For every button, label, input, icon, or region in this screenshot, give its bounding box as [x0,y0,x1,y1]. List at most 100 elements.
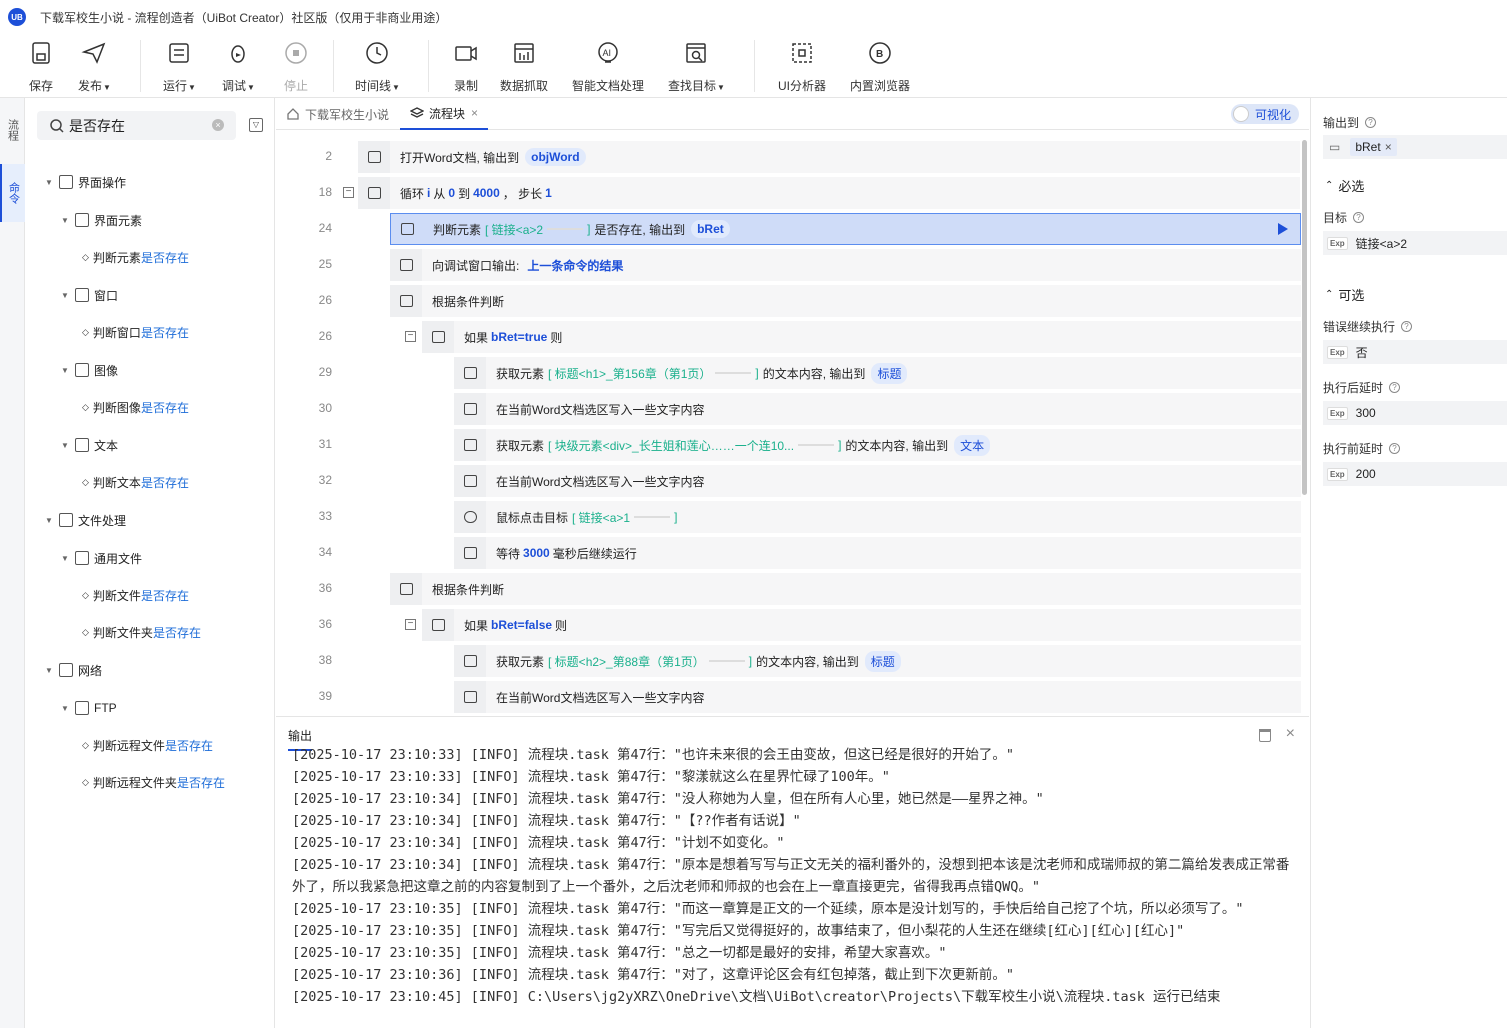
tree-command-item[interactable]: ◇ 判断文件夹 是否存在 [82,621,201,643]
code-row[interactable]: 36 根据条件判断 [276,571,1302,607]
category-icon [75,701,89,715]
target-field[interactable]: Exp 链接<a>2 [1323,231,1507,255]
log-line: [2025-10-17 23:10:35] [INFO] 流程块.task 第4… [292,945,947,961]
help-icon[interactable]: ? [1365,117,1377,128]
collapse-icon[interactable]: − [343,187,354,198]
debug-button[interactable]: 调试▼ [222,40,255,94]
exp-badge[interactable]: Exp [1327,467,1348,481]
clear-search-icon[interactable]: × [212,119,224,131]
collapse-icon[interactable]: − [405,331,416,342]
target-ref[interactable]: [ 块级元素<div>_长生姐和莲心……一个连10... [548,437,794,454]
visual-toggle[interactable]: 可视化 [1231,104,1299,124]
exp-badge[interactable]: Exp [1327,345,1348,359]
search-input[interactable] [69,117,199,134]
code-row[interactable]: 32 在当前Word文档选区写入一些文字内容 [276,463,1302,499]
timeline-button[interactable]: 时间线▼ [355,40,400,94]
command-name-match: 是否存在 [140,250,189,265]
tree-subgroup[interactable]: ▼ 图像 [61,359,118,381]
collapse-icon[interactable]: − [405,619,416,630]
help-icon[interactable]: ? [1353,212,1365,223]
code-row[interactable]: 34 等待 3000 毫秒后继续运行 [276,535,1302,571]
help-icon[interactable]: ? [1401,321,1413,332]
collapse-all-icon[interactable]: ▽ [249,118,263,132]
tree-command-item[interactable]: ◇ 判断文本 是否存在 [82,471,189,493]
help-icon[interactable]: ? [1389,443,1401,454]
code-row[interactable]: 31 获取元素 [ 块级元素<div>_长生姐和莲心……一个连10...] 的文… [276,427,1302,463]
tab-flow-block[interactable]: 流程块 × [400,98,489,130]
tab-commands[interactable]: 命令 [0,164,25,222]
tree-subgroup[interactable]: ▼ FTP [61,697,117,719]
stop-button[interactable]: 停止 [283,40,309,94]
expand-arrow-icon[interactable]: ▼ [61,441,73,450]
ui-analyzer-button[interactable]: UI分析器 [778,40,826,94]
delay-before-field[interactable]: Exp 200 [1323,462,1507,486]
tree-command-item[interactable]: ◇ 判断窗口 是否存在 [82,321,189,343]
tree-command-item[interactable]: ◇ 判断文件 是否存在 [82,584,189,606]
builtin-browser-button[interactable]: B 内置浏览器 [850,40,910,94]
tree-subgroup[interactable]: ▼ 文本 [61,434,118,456]
save-button[interactable]: 保存 [28,40,54,94]
command-name: 判断远程文件夹 [92,775,177,790]
expand-arrow-icon[interactable]: ▼ [61,291,73,300]
tree-subgroup[interactable]: ▼ 通用文件 [61,547,142,569]
tree-command-item[interactable]: ◇ 判断元素 是否存在 [82,246,189,268]
tree-command-item[interactable]: ◇ 判断远程文件 是否存在 [82,734,213,756]
tab-main-flow[interactable]: 下载军校生小说 [276,98,399,130]
code-row-selected[interactable]: 24 判断元素 [ 链接<a>2] 是否存在, 输出到 bRet [276,211,1302,247]
tree-subgroup[interactable]: ▼ 界面元素 [61,209,142,231]
code-row[interactable]: 29 获取元素 [ 标题<h1>_第156章（第1页）] 的文本内容, 输出到标… [276,355,1302,391]
expand-arrow-icon[interactable]: ▼ [61,216,73,225]
target-ref[interactable]: [ 标题<h2>_第88章（第1页） [548,653,705,670]
editor-scrollbar[interactable] [1302,140,1307,495]
code-row[interactable]: 26 − 如果 bRet=true 则 [276,319,1302,355]
code-row[interactable]: 36 − 如果 bRet=false 则 [276,607,1302,643]
code-row[interactable]: 2 打开Word文档, 输出到 objWord [276,139,1302,175]
tree-group[interactable]: ▼ 界面操作 [45,171,126,193]
code-row[interactable]: 30 在当前Word文档选区写入一些文字内容 [276,391,1302,427]
code-row[interactable]: 33 鼠标点击目标 [ 链接<a>1] [276,499,1302,535]
exp-badge[interactable]: Exp [1327,236,1348,250]
expand-arrow-icon[interactable]: ▼ [45,666,57,675]
data-scrape-button[interactable]: 数据抓取 [500,40,548,94]
code-row[interactable]: 18 − 循环 i从 0到 4000， 步长 1 [276,175,1302,211]
expand-arrow-icon[interactable]: ▼ [61,366,73,375]
code-row[interactable]: 38 获取元素 [ 标题<h2>_第88章（第1页）] 的文本内容, 输出到 标题 [276,643,1302,679]
output-to-field[interactable]: ▭ bRet × [1323,135,1507,159]
close-icon[interactable]: × [1286,725,1295,743]
continue-on-error-field[interactable]: Exp 否 [1323,340,1507,364]
find-target-button[interactable]: 查找目标▼ [668,40,725,94]
smart-doc-button[interactable]: AI 智能文档处理 [572,40,644,94]
run-button[interactable]: 运行▼ [163,40,196,94]
record-button[interactable]: 录制 [453,40,479,94]
expand-arrow-icon[interactable]: ▼ [61,704,73,713]
tree-group[interactable]: ▼ 网络 [45,659,102,681]
target-ref[interactable]: [ 标题<h1>_第156章（第1页） [548,365,711,382]
tree-group[interactable]: ▼ 文件处理 [45,509,126,531]
tree-command-item[interactable]: ◇ 判断图像 是否存在 [82,396,189,418]
remove-var-icon[interactable]: × [1385,140,1392,154]
publish-button[interactable]: 发布▼ [78,40,111,94]
optional-section[interactable]: ⌃ 可选 [1325,285,1364,304]
run-line-icon[interactable] [1278,223,1288,235]
expand-arrow-icon[interactable]: ▼ [45,178,57,187]
exp-badge[interactable]: Exp [1327,406,1348,420]
code-row[interactable]: 26 根据条件判断 [276,283,1302,319]
tab-flow[interactable]: 流程 [0,106,25,154]
expand-arrow-icon[interactable]: ▼ [61,554,73,563]
code-row[interactable]: 25 向调试窗口输出: 上一条命令的结果 [276,247,1302,283]
expand-arrow-icon[interactable]: ▼ [45,516,57,525]
trash-icon[interactable] [1259,729,1271,742]
code-row[interactable]: 39 在当前Word文档选区写入一些文字内容 [276,679,1302,715]
target-ref[interactable]: [ 链接<a>1 [572,509,630,526]
category-icon [59,175,73,189]
close-tab-icon[interactable]: × [471,106,478,120]
required-section[interactable]: ⌃ 必选 [1325,176,1364,195]
delay-after-field[interactable]: Exp 300 [1323,401,1507,425]
title-bar: UB 下载军校生小说 - 流程创造者（UiBot Creator）社区版（仅用于… [0,0,1507,34]
help-icon[interactable]: ? [1389,382,1401,393]
tree-command-item[interactable]: ◇ 判断远程文件夹 是否存在 [82,771,225,793]
command-text: 判断元素 [433,222,482,237]
target-ref[interactable]: [ 链接<a>2 [485,221,543,238]
tree-subgroup[interactable]: ▼ 窗口 [61,284,118,306]
continue-on-error-text: 错误继续执行 [1323,320,1396,334]
